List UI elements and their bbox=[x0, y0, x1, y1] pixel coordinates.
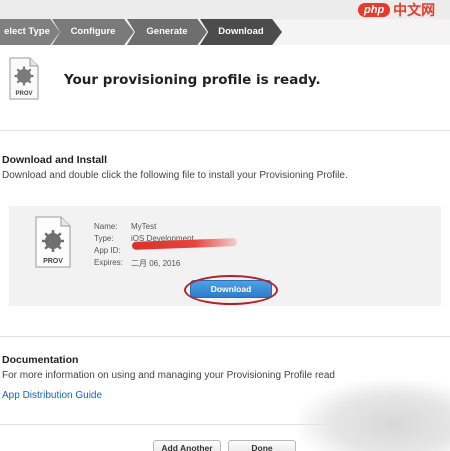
svg-text:PROV: PROV bbox=[43, 258, 63, 265]
expires-value: 二月 06, 2016 bbox=[131, 259, 181, 268]
divider bbox=[0, 130, 450, 131]
profile-appid-row: App ID: bbox=[94, 246, 121, 255]
step-label: Configure bbox=[70, 26, 116, 37]
watermark-badge: php bbox=[358, 3, 391, 17]
profile-name-row: Name: MyTest bbox=[94, 222, 156, 231]
expires-label: Expires: bbox=[94, 258, 123, 267]
divider bbox=[0, 336, 450, 337]
site-watermark: php 中文网 bbox=[358, 0, 446, 20]
appid-label: App ID: bbox=[94, 246, 121, 255]
step-download[interactable]: Download bbox=[200, 19, 282, 45]
step-configure[interactable]: Configure bbox=[52, 19, 134, 45]
profile-type-row: Type: iOS Development bbox=[94, 234, 194, 243]
svg-text:PROV: PROV bbox=[15, 91, 32, 97]
step-label: Generate bbox=[146, 26, 188, 37]
documentation-description: For more information on using and managi… bbox=[2, 370, 335, 381]
step-select-type[interactable]: elect Type bbox=[0, 19, 60, 45]
download-section-description: Download and double click the following … bbox=[2, 170, 348, 181]
step-label: Download bbox=[218, 26, 264, 37]
profile-expires-row: Expires: 二月 06, 2016 bbox=[94, 258, 180, 268]
watermark-text: 中文网 bbox=[393, 2, 436, 18]
annotation-circle bbox=[184, 275, 278, 305]
blurred-area bbox=[298, 380, 450, 451]
add-another-button[interactable]: Add Another bbox=[153, 440, 221, 451]
download-section-title: Download and Install bbox=[2, 154, 108, 166]
name-value: MyTest bbox=[131, 222, 157, 231]
step-generate[interactable]: Generate bbox=[127, 19, 207, 45]
app-distribution-guide-link[interactable]: App Distribution Guide bbox=[2, 390, 102, 401]
page-title: Your provisioning profile is ready. bbox=[64, 72, 321, 88]
type-label: Type: bbox=[94, 234, 114, 243]
provisioning-profile-icon: PROV bbox=[9, 57, 39, 100]
profile-file-icon[interactable]: PROV bbox=[34, 216, 72, 268]
step-label: elect Type bbox=[4, 26, 50, 37]
documentation-title: Documentation bbox=[2, 354, 79, 366]
name-label: Name: bbox=[94, 222, 118, 231]
done-button[interactable]: Done bbox=[228, 440, 296, 451]
